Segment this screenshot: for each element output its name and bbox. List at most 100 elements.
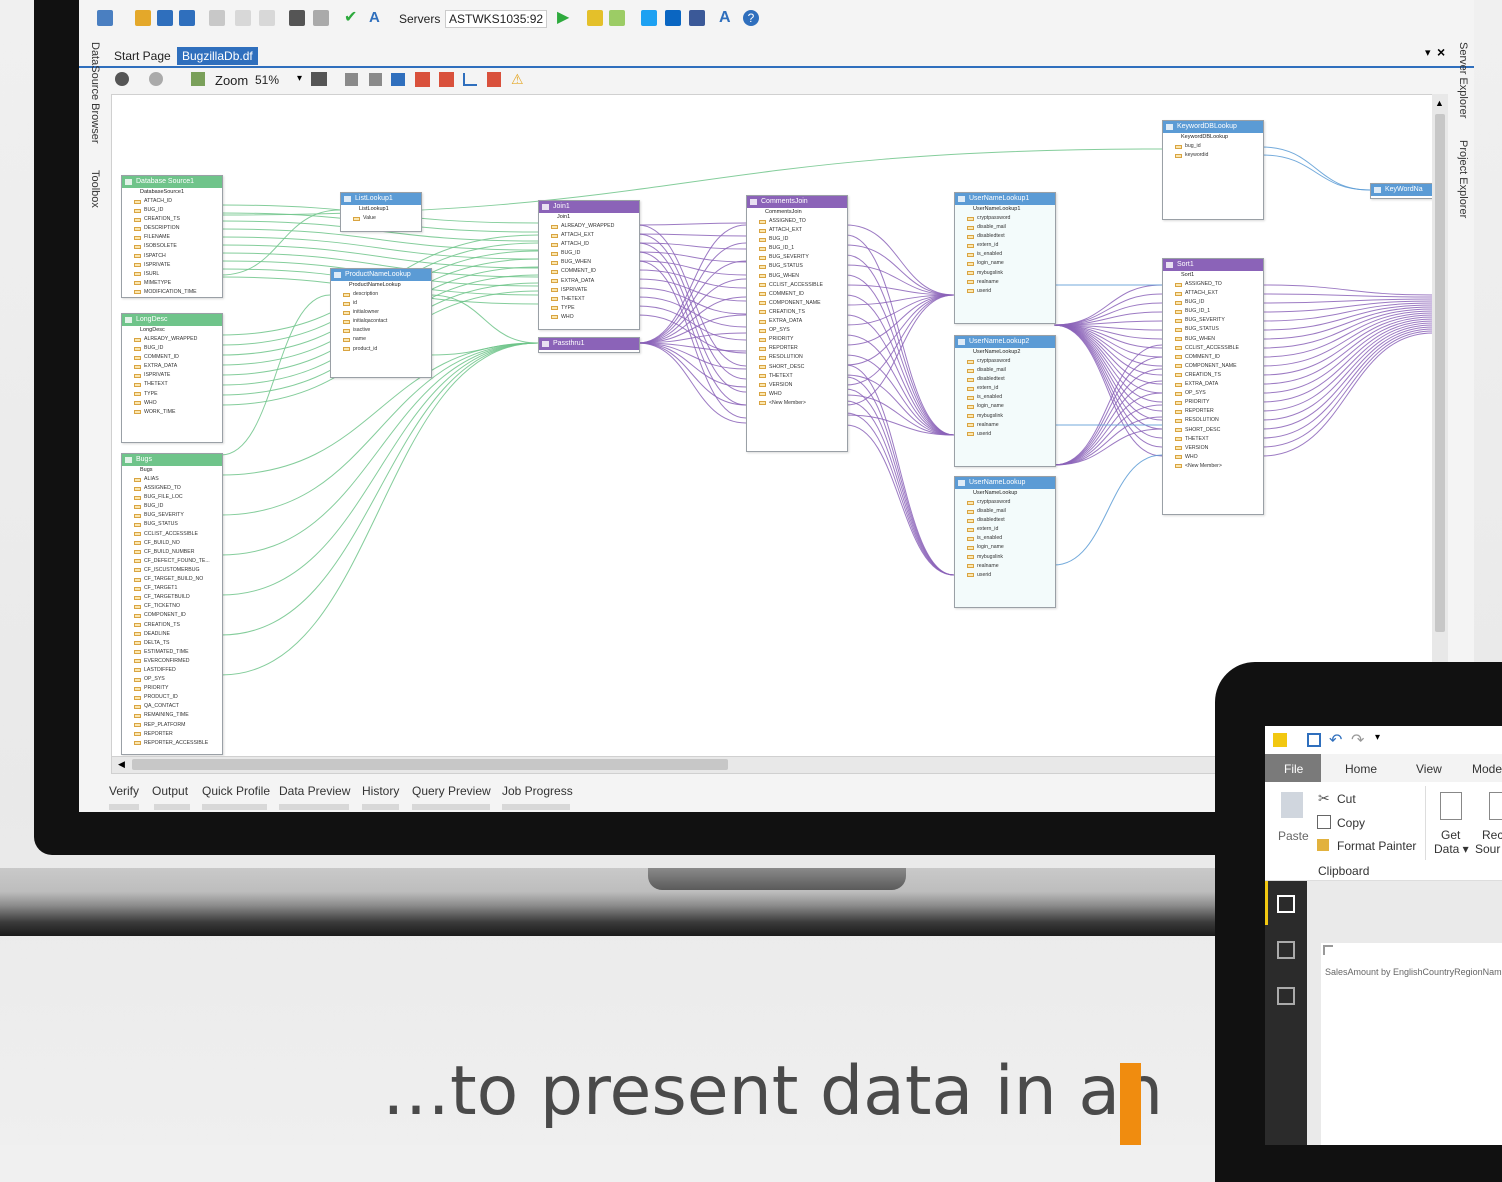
node-field[interactable]: REMAINING_TIME — [122, 711, 222, 720]
node-passthru1[interactable]: Passthru1 — [538, 337, 640, 353]
node-field[interactable]: disable_mail — [955, 366, 1055, 375]
node-field[interactable]: SHORT_DESC — [747, 363, 847, 372]
node-field[interactable]: ASSIGNED_TO — [122, 484, 222, 493]
node-keyworddblookup[interactable]: KeywordDBLookup KeywordDBLookup bug_id keyw… — [1162, 120, 1264, 220]
node-field[interactable]: login_name — [955, 543, 1055, 552]
node-field[interactable]: BUG_SEVERITY — [1163, 316, 1263, 325]
node-field[interactable]: id — [331, 299, 431, 308]
node-field[interactable]: ATTACH_ID — [122, 197, 222, 206]
node-field[interactable]: realname — [955, 278, 1055, 287]
node-field[interactable]: CCLIST_ACCESSIBLE — [1163, 344, 1263, 353]
node-field[interactable]: COMPONENT_NAME — [747, 299, 847, 308]
save-all-icon[interactable] — [179, 10, 195, 26]
node-field[interactable]: REPORTER — [747, 344, 847, 353]
model-view-icon[interactable] — [1277, 987, 1295, 1005]
paste-icon[interactable] — [1281, 792, 1303, 818]
node-field[interactable]: BUG_WHEN — [1163, 335, 1263, 344]
node-field[interactable]: CF_TARGET_BUILD_NO — [122, 575, 222, 584]
validate-icon[interactable] — [609, 10, 625, 26]
node-field[interactable]: initialowner — [331, 308, 431, 317]
node-field[interactable]: login_name — [955, 402, 1055, 411]
node-field[interactable]: DELTA_TS — [122, 639, 222, 648]
node-field[interactable]: COMMENT_ID — [122, 353, 222, 362]
paste-icon[interactable] — [259, 10, 275, 26]
node-field[interactable]: ALREADY_WRAPPED — [539, 222, 639, 231]
tab-start-page[interactable]: Start Page — [109, 47, 176, 65]
tab-dropdown-icon[interactable]: ▾ — [1425, 46, 1431, 59]
node-title[interactable]: UserNameLookup — [955, 477, 1055, 489]
copy-button[interactable]: Copy — [1337, 816, 1365, 830]
node-field[interactable]: BUG_STATUS — [1163, 325, 1263, 334]
redo-icon[interactable] — [149, 72, 163, 86]
server-select[interactable]: ASTWKS1035:92 — [445, 10, 548, 28]
node-field[interactable]: ISPRIVATE — [122, 261, 222, 270]
node-field[interactable]: ATTACH_EXT — [1163, 289, 1263, 298]
datasource-browser-panel[interactable]: DataSource Browser — [89, 42, 101, 144]
node-field[interactable]: mybugslink — [955, 269, 1055, 278]
node-field[interactable]: COMPONENT_ID — [122, 611, 222, 620]
node-field[interactable]: ISURL — [122, 270, 222, 279]
node-field[interactable]: FILENAME — [122, 233, 222, 242]
node-field[interactable]: extern_id — [955, 384, 1055, 393]
node-field[interactable]: WORK_TIME — [122, 408, 222, 417]
node-field[interactable]: userid — [955, 571, 1055, 580]
node-field[interactable]: COMPONENT_NAME — [1163, 362, 1263, 371]
node-field[interactable]: Value — [341, 214, 421, 223]
node-field[interactable]: CCLIST_ACCESSIBLE — [747, 281, 847, 290]
format-painter-icon[interactable] — [1317, 839, 1329, 851]
report-view-icon[interactable] — [1277, 895, 1295, 913]
node-title[interactable]: KeyWordNa — [1371, 184, 1433, 196]
node-field[interactable]: ISPRIVATE — [122, 371, 222, 380]
redo-icon[interactable] — [313, 10, 329, 26]
node-title[interactable]: UserNameLookup2 — [955, 336, 1055, 348]
node-field[interactable]: CCLIST_ACCESSIBLE — [122, 530, 222, 539]
node-title[interactable]: Join1 — [539, 201, 639, 213]
node-field[interactable]: BUG_ID — [539, 249, 639, 258]
node-field[interactable]: PRIORITY — [1163, 398, 1263, 407]
vscroll-thumb[interactable] — [1435, 114, 1445, 632]
node-field[interactable]: WHO — [539, 313, 639, 322]
scroll-up-icon[interactable]: ▲ — [1435, 98, 1444, 108]
tab-output[interactable]: Output — [152, 784, 188, 798]
node-title[interactable]: ListLookup1 — [341, 193, 421, 205]
get-data-label-2[interactable]: Data ▾ — [1434, 842, 1469, 856]
node-field[interactable]: ISOBSOLETE — [122, 242, 222, 251]
deploy-icon[interactable] — [587, 10, 603, 26]
node-field[interactable]: BUG_ID — [747, 235, 847, 244]
node-field[interactable]: ATTACH_ID — [539, 240, 639, 249]
node-field[interactable]: BUG_WHEN — [747, 272, 847, 281]
node-field[interactable]: is_enabled — [955, 393, 1055, 402]
node-field[interactable]: PRIORITY — [747, 335, 847, 344]
node-commentsjoin[interactable]: CommentsJoin CommentsJoin ASSIGNED_TO ATTAC… — [746, 195, 848, 452]
data-view-icon[interactable] — [1277, 941, 1295, 959]
node-field[interactable]: EXTRA_DATA — [747, 317, 847, 326]
twitter-icon[interactable] — [641, 10, 657, 26]
node-field[interactable]: login_name — [955, 259, 1055, 268]
undo-icon[interactable] — [289, 10, 305, 26]
copy-icon[interactable] — [1317, 815, 1331, 829]
node-bugs[interactable]: Bugs Bugs ALIAS ASSIGNED_TO BUG_FILE_LOC BUG_… — [121, 453, 223, 755]
hscroll-thumb[interactable] — [132, 759, 728, 770]
tab-history[interactable]: History — [362, 784, 399, 798]
tab-view[interactable]: View — [1416, 762, 1442, 776]
node-title[interactable]: ProductNameLookup — [331, 269, 431, 281]
tab-quick-profile[interactable]: Quick Profile — [202, 784, 270, 798]
close-icon[interactable]: × — [1437, 44, 1445, 60]
node-field[interactable]: REPORTER — [122, 730, 222, 739]
node-field[interactable]: BUG_ID — [122, 206, 222, 215]
connector-icon[interactable] — [463, 73, 477, 86]
node-field[interactable]: MODIFICATION_TIME — [122, 288, 222, 297]
node-field[interactable]: COMMENT_ID — [1163, 353, 1263, 362]
cut-button[interactable]: Cut — [1337, 792, 1356, 806]
node-field[interactable]: COMMENT_ID — [747, 290, 847, 299]
node-field[interactable]: ALIAS — [122, 475, 222, 484]
node-field[interactable]: THETEXT — [539, 295, 639, 304]
project-explorer-panel[interactable]: Project Explorer — [1457, 140, 1469, 218]
undo-icon[interactable] — [115, 72, 129, 86]
tab-file[interactable]: File — [1284, 762, 1303, 776]
node-field[interactable]: extern_id — [955, 241, 1055, 250]
node-field[interactable]: WHO — [747, 390, 847, 399]
linkedin-icon[interactable] — [665, 10, 681, 26]
tab-job-progress[interactable]: Job Progress — [502, 784, 573, 798]
node-title[interactable]: UserNameLookup1 — [955, 193, 1055, 205]
